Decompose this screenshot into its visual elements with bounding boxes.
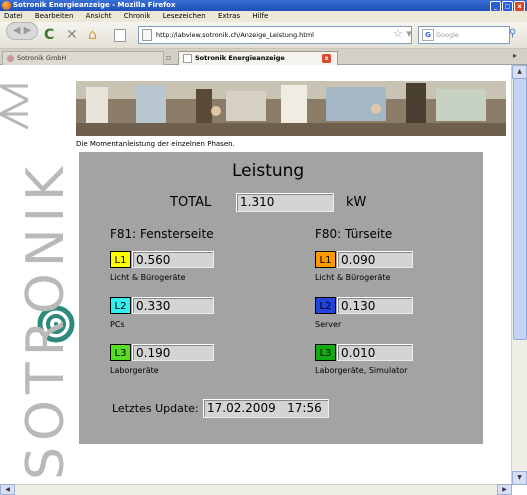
update-value-field: 17.02.2009 17:56 bbox=[203, 399, 329, 418]
url-bar[interactable]: http://labview.sotronik.ch/Anzeige_Leist… bbox=[138, 26, 412, 44]
scrollbar-thumb[interactable] bbox=[513, 78, 527, 340]
phase-description: Laborgeräte, Simulator bbox=[315, 366, 408, 375]
update-label: Letztes Update: bbox=[112, 402, 199, 415]
phase-value-field: 0.330 bbox=[132, 297, 214, 314]
phase-description: PCs bbox=[110, 320, 125, 329]
tab-energieanzeige[interactable]: Sotronik Energieanzeige x bbox=[178, 51, 338, 65]
scroll-right-icon[interactable]: ▶ bbox=[497, 484, 512, 495]
phase-value-field: 0.560 bbox=[132, 251, 214, 268]
vertical-scrollbar[interactable]: ▲ ▼ bbox=[511, 65, 527, 485]
phase-tag-l1: L1 bbox=[315, 251, 336, 268]
scroll-left-icon[interactable]: ◀ bbox=[0, 484, 15, 495]
phase-value-field: 0.090 bbox=[337, 251, 413, 268]
phase-description: Server bbox=[315, 320, 342, 329]
phase-description: Licht & Bürogeräte bbox=[110, 273, 186, 282]
phase-tag-l3: L3 bbox=[315, 344, 336, 361]
home-icon[interactable]: ⌂ bbox=[88, 26, 97, 44]
logo-text: SOTRONIK bbox=[16, 160, 76, 480]
phase-tag-l3: L3 bbox=[110, 344, 131, 361]
power-panel: Leistung TOTAL 1.310 kW F81: Fensterseit… bbox=[79, 152, 483, 444]
phase-tag-l2: L2 bbox=[315, 297, 336, 314]
back-forward-button[interactable]: ◀ ▶ bbox=[6, 22, 38, 40]
scroll-down-icon[interactable]: ▼ bbox=[512, 471, 527, 485]
page-heading: Leistung bbox=[232, 161, 305, 181]
google-icon: G bbox=[422, 29, 434, 41]
phase-description: Laborgeräte bbox=[110, 366, 159, 375]
tab-label: Sotronik Energieanzeige bbox=[195, 54, 285, 62]
total-unit: kW bbox=[346, 195, 367, 210]
window-title-bar: Sotronik Energieanzeige - Mozilla Firefo… bbox=[0, 0, 527, 12]
logo-strip: SOTRONIK bbox=[0, 66, 76, 486]
logo-text-wrapper: SOTRONIK bbox=[8, 60, 84, 480]
menu-edit[interactable]: Bearbeiten bbox=[35, 12, 73, 20]
search-placeholder: Google bbox=[436, 31, 459, 39]
menu-help[interactable]: Hilfe bbox=[252, 12, 268, 20]
site-icon bbox=[142, 29, 152, 41]
total-value-field: 1.310 bbox=[236, 193, 334, 212]
search-bar[interactable]: G Google bbox=[418, 26, 510, 44]
menu-view[interactable]: Ansicht bbox=[86, 12, 112, 20]
horizontal-scrollbar[interactable]: ◀ ▶ bbox=[0, 484, 512, 495]
menu-bookmarks[interactable]: Lesezeichen bbox=[163, 12, 206, 20]
phase-description: Licht & Bürogeräte bbox=[315, 273, 391, 282]
tab-close-icon[interactable]: x bbox=[322, 54, 331, 63]
phase-value-field: 0.130 bbox=[337, 297, 413, 314]
firefox-icon bbox=[2, 1, 11, 10]
group-title-tuerseite: F80: Türseite bbox=[315, 227, 393, 241]
menu-bar: Datei Bearbeiten Ansicht Chronik Lesezei… bbox=[0, 11, 527, 22]
phase-value-field: 0.010 bbox=[337, 344, 413, 361]
page-icon bbox=[114, 29, 126, 42]
phase-tag-l2: L2 bbox=[110, 297, 131, 314]
group-title-fensterseite: F81: Fensterseite bbox=[110, 227, 214, 241]
scroll-up-icon[interactable]: ▲ bbox=[512, 65, 527, 79]
window-title: Sotronik Energieanzeige - Mozilla Firefo… bbox=[13, 1, 176, 9]
reload-icon[interactable]: C bbox=[44, 26, 54, 44]
menu-tools[interactable]: Extras bbox=[218, 12, 240, 20]
bookmark-star-icon[interactable]: ☆ ▾ bbox=[393, 26, 412, 42]
stop-icon[interactable]: ✕ bbox=[66, 26, 78, 44]
office-photo bbox=[76, 81, 506, 136]
office-photo-graphic bbox=[76, 81, 506, 136]
phase-value-field: 0.190 bbox=[132, 344, 214, 361]
total-label: TOTAL bbox=[170, 195, 212, 210]
phase-tag-l1: L1 bbox=[110, 251, 131, 268]
page-icon bbox=[183, 53, 192, 63]
url-text: http://labview.sotronik.ch/Anzeige_Leist… bbox=[156, 31, 314, 39]
page-caption: Die Momentanleistung der einzelnen Phase… bbox=[76, 140, 235, 148]
tab-list-icon[interactable]: ▸ bbox=[513, 51, 517, 60]
navigation-toolbar: ◀ ▶ C ✕ ⌂ http://labview.sotronik.ch/Anz… bbox=[0, 22, 527, 49]
search-icon[interactable]: ⚲ bbox=[509, 28, 516, 39]
menu-file[interactable]: Datei bbox=[4, 12, 23, 20]
new-tab-icon[interactable]: ▫ bbox=[166, 53, 171, 62]
menu-history[interactable]: Chronik bbox=[124, 12, 151, 20]
